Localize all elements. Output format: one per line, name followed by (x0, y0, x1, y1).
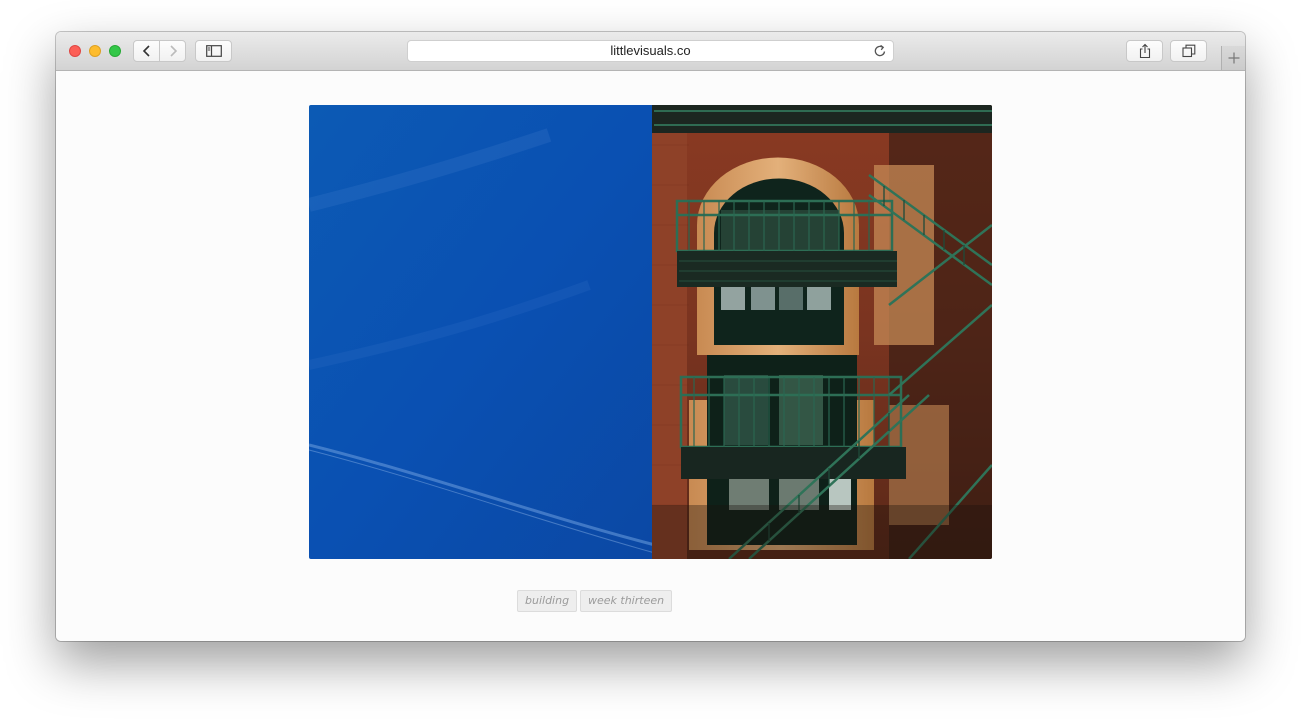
share-button[interactable] (1126, 40, 1163, 62)
address-bar[interactable]: littlevisuals.co (407, 40, 894, 62)
sidebar-icon (205, 45, 222, 57)
tabs-overview-button[interactable] (1170, 40, 1207, 62)
new-tab-button[interactable] (1221, 46, 1245, 70)
browser-toolbar: littlevisuals.co (56, 32, 1245, 71)
featured-photo[interactable] (309, 105, 992, 559)
chevron-right-icon (169, 45, 177, 57)
forward-button[interactable] (159, 40, 186, 62)
maximize-window-button[interactable] (109, 45, 121, 57)
back-button[interactable] (133, 40, 160, 62)
share-icon (1139, 43, 1150, 59)
tag-building[interactable]: building (517, 590, 578, 612)
minimize-window-button[interactable] (89, 45, 101, 57)
tabs-overview-icon (1181, 44, 1195, 58)
reload-icon[interactable] (873, 44, 887, 58)
close-window-button[interactable] (69, 45, 81, 57)
sidebar-button[interactable] (195, 40, 232, 62)
browser-window: littlevisuals.co building week thirteen (56, 32, 1245, 641)
chevron-left-icon (142, 45, 150, 57)
plus-icon (1228, 52, 1239, 64)
url-text: littlevisuals.co (610, 43, 691, 58)
page-content: building week thirteen (56, 71, 1245, 641)
tag-week-thirteen[interactable]: week thirteen (580, 590, 673, 612)
